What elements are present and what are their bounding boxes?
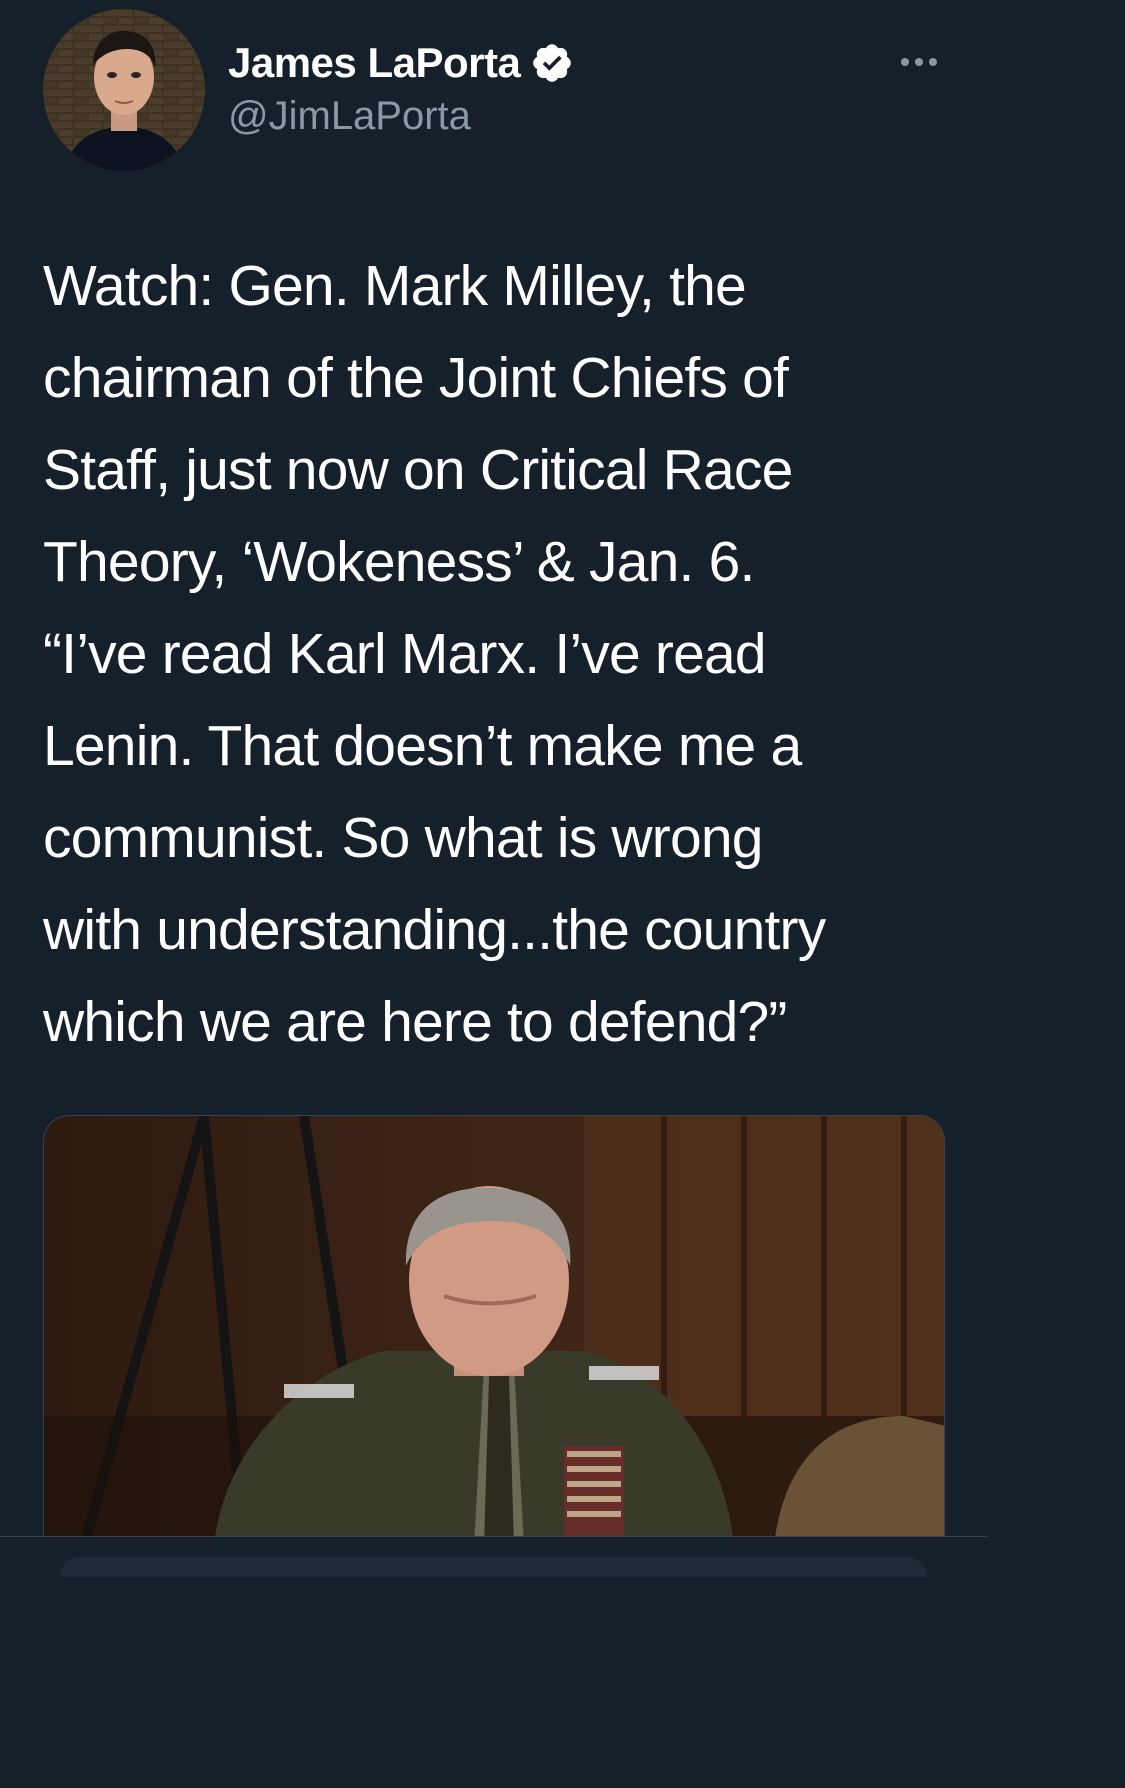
author-avatar[interactable]	[43, 9, 205, 171]
next-card-edge	[60, 1557, 927, 1577]
avatar-photo	[43, 9, 205, 171]
author-handle[interactable]: @JimLaPorta	[228, 94, 471, 139]
verified-badge-icon	[530, 41, 574, 85]
tweet-text: Watch: Gen. Mark Milley, the chairman of…	[43, 254, 826, 1054]
more-horizontal-icon[interactable]	[893, 50, 945, 74]
tweet-video[interactable]	[43, 1115, 945, 1545]
tweet-header: James LaPorta @JimLaPorta	[0, 0, 987, 200]
author-name-row[interactable]: James LaPorta	[228, 38, 574, 88]
display-name[interactable]: James LaPorta	[228, 39, 521, 87]
video-thumbnail	[44, 1116, 944, 1545]
